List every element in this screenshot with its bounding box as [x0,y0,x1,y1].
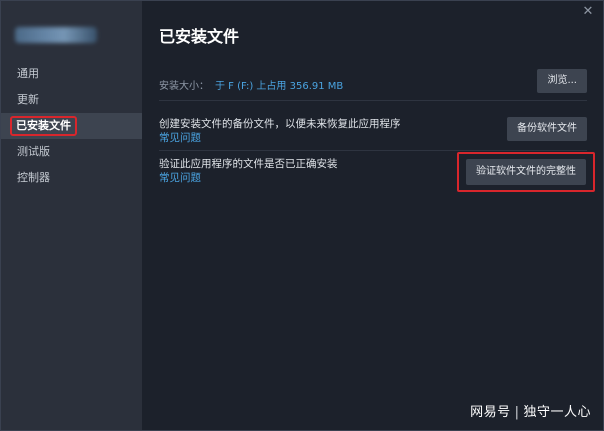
watermark-separator: | [514,405,520,420]
verify-description: 验证此应用程序的文件是否已正确安装 [159,158,338,170]
properties-window: 通用 更新 已安装文件 测试版 控制器 ✕ 已安装文件 安装大小： 于 F (F:… [0,0,604,431]
blurred-game-title [15,27,97,43]
watermark-left: 网易号 [470,405,511,420]
sidebar-item-installed-files-label: 已安装文件 [10,116,77,136]
backup-row: 创建安装文件的备份文件，以便未来恢复此应用程序 常见问题 备份软件文件 [159,105,587,151]
install-size-value: 于 F (F:) 上占用 356.91 MB [215,81,344,92]
sidebar-item-general[interactable]: 通用 [1,61,142,87]
backup-description: 创建安装文件的备份文件，以便未来恢复此应用程序 [159,118,401,130]
sidebar-item-controller[interactable]: 控制器 [1,165,142,191]
sidebar-nav: 通用 更新 已安装文件 测试版 控制器 [1,61,142,191]
backup-faq-link[interactable]: 常见问题 [159,131,401,145]
verify-faq-link[interactable]: 常见问题 [159,171,338,185]
sidebar: 通用 更新 已安装文件 测试版 控制器 [1,1,142,430]
backup-files-button[interactable]: 备份软件文件 [507,117,587,141]
verify-integrity-button[interactable]: 验证软件文件的完整性 [466,159,586,185]
browse-button[interactable]: 浏览... [537,69,587,93]
install-size-row: 安装大小： 于 F (F:) 上占用 356.91 MB 浏览... [159,61,587,101]
sidebar-item-installed-files[interactable]: 已安装文件 [1,113,142,139]
sidebar-item-updates[interactable]: 更新 [1,87,142,113]
watermark: 网易号 | 独守一人心 [470,401,591,420]
page-title: 已安装文件 [159,27,240,46]
verify-row: 验证此应用程序的文件是否已正确安装 常见问题 验证软件文件的完整性 [159,152,595,199]
install-size-label: 安装大小： [159,81,209,92]
main-panel: ✕ 已安装文件 安装大小： 于 F (F:) 上占用 356.91 MB 浏览..… [142,1,603,430]
verify-highlight-box: 验证软件文件的完整性 [457,152,595,192]
watermark-right: 独守一人心 [523,405,591,420]
sidebar-item-betas[interactable]: 测试版 [1,139,142,165]
close-icon[interactable]: ✕ [581,5,595,19]
